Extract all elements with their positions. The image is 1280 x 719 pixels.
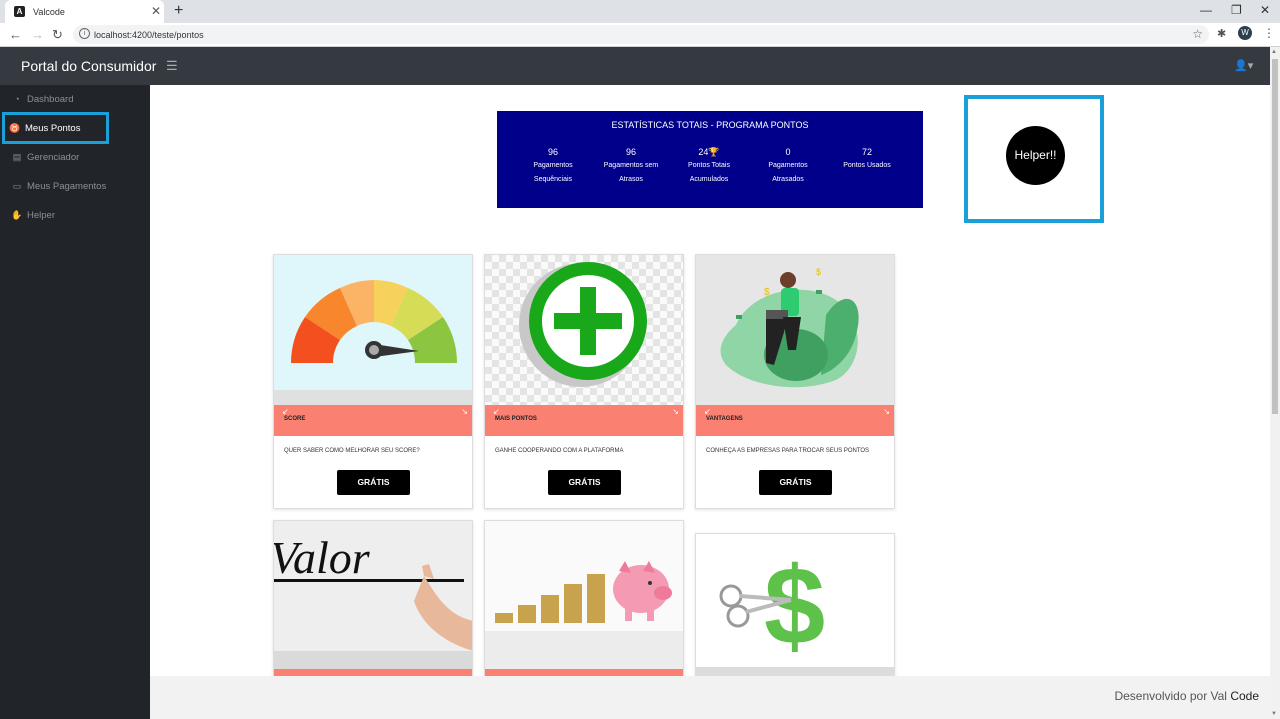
site-info-icon[interactable]: i (79, 28, 90, 39)
card-description: GANHE COOPERANDO COM A PLATAFORMA (495, 448, 624, 454)
score-gauge-image (274, 255, 472, 405)
window-close-icon[interactable]: ✕ (1260, 3, 1270, 17)
card-title: MAIS PONTOS (495, 416, 537, 422)
stat-item: 24🏆 Pontos Totais Acumulados (669, 146, 749, 186)
stat-label: Pontos Totais (688, 162, 730, 169)
reload-icon[interactable]: ↻ (52, 27, 63, 43)
gratis-button[interactable]: GRÁTIS (759, 470, 832, 495)
svg-text:$: $ (816, 267, 821, 277)
stat-value: 72 (861, 147, 872, 157)
helper-button[interactable]: Helper!! (1006, 126, 1065, 185)
browser-tab-bar: A Valcode ✕ + — ❐ ✕ (0, 0, 1280, 23)
sidebar-item-label: Helper (27, 210, 55, 221)
dollar-scissors-image: $ (696, 534, 894, 669)
footer-emphasis: Code (1230, 689, 1259, 703)
sidebar-item-dashboard[interactable]: ◔ Dashboard (0, 85, 150, 115)
sidebar-item-label: Gerenciador (27, 152, 80, 163)
browser-menu-icon[interactable]: ⋮ (1263, 26, 1275, 40)
stat-label: Atrasos (619, 176, 643, 183)
extensions-icon[interactable]: ✱ (1217, 27, 1226, 40)
stats-title: ESTATÍSTICAS TOTAIS - PROGRAMA PONTOS (611, 120, 809, 130)
card-description: CONHEÇA AS EMPRESAS PARA TROCAR SEUS PON… (706, 448, 870, 454)
sidebar-item-helper[interactable]: ✋ Helper (0, 201, 150, 231)
card-score: ↙ ↘ SCORE QUER SABER COMO MELHORAR SEU S… (273, 254, 473, 509)
forward-icon[interactable]: → (31, 27, 44, 42)
stat-label: Pagamentos sem (603, 162, 659, 169)
footer: Desenvolvido por Val Code (150, 676, 1270, 719)
browser-tab[interactable]: A Valcode ✕ (5, 0, 164, 23)
stat-value: 24🏆 (698, 147, 720, 157)
handshake-icon: ✋ (11, 210, 23, 220)
svg-text:$: $ (764, 287, 770, 298)
stat-label: Pagamentos (533, 162, 573, 169)
stat-label: Pagamentos (768, 162, 808, 169)
sidebar: ◔ Dashboard ♉ Meus Pontos ▤ Gerenciador … (0, 85, 150, 719)
bookmark-star-icon[interactable]: ☆ (1192, 27, 1203, 41)
stat-value: 96 (625, 147, 636, 157)
stat-item: 72 Pontos Usados (827, 146, 907, 173)
back-icon[interactable]: ← (9, 27, 22, 42)
sidebar-highlight-box (2, 112, 109, 144)
app-brand[interactable]: Portal do Consumidor (21, 58, 156, 74)
stat-item: 96 Pagamentos Sequênciais (513, 146, 593, 186)
address-bar: ← → ↻ i localhost:4200/teste/pontos ☆ ✱ … (0, 23, 1280, 47)
minimize-icon[interactable]: — (1200, 3, 1212, 17)
user-menu-icon[interactable]: 👤▾ (1234, 59, 1253, 72)
valor-hand-image: Valor (274, 521, 472, 671)
footer-prefix: Desenvolvido por Val (1114, 689, 1231, 703)
stat-label: Acumulados (689, 176, 729, 183)
tab-close-icon[interactable]: ✕ (151, 4, 161, 18)
gratis-button[interactable]: GRÁTIS (548, 470, 621, 495)
card-mais-pontos: ↙ ↘ MAIS PONTOS GANHE COOPERANDO COM A P… (484, 254, 684, 509)
stat-item: 0 Pagamentos Atrasados (748, 146, 828, 186)
sidebar-item-meus-pagamentos[interactable]: ▭ Meus Pagamentos (0, 172, 150, 202)
stat-value: 96 (547, 147, 558, 157)
card-description: QUER SABER COMO MELHORAR SEU SCORE? (284, 448, 420, 454)
piggy-bank-image (485, 521, 683, 671)
stats-panel: ESTATÍSTICAS TOTAIS - PROGRAMA PONTOS 96… (497, 111, 923, 208)
restore-icon[interactable]: ❐ (1231, 3, 1242, 17)
stat-item: 96 Pagamentos sem Atrasos (591, 146, 671, 186)
profile-avatar[interactable]: W (1238, 26, 1252, 40)
sidebar-item-label: Meus Pagamentos (27, 181, 107, 192)
scroll-down-icon[interactable]: ▼ (1271, 711, 1277, 717)
sidebar-item-gerenciador[interactable]: ▤ Gerenciador (0, 143, 150, 173)
url-field[interactable]: i localhost:4200/teste/pontos ☆ (73, 25, 1209, 44)
footer-credit: Desenvolvido por Val Code (1114, 689, 1259, 703)
card-dollar-scissors: $ (695, 533, 895, 683)
new-tab-icon[interactable]: + (174, 2, 183, 20)
credit-card-icon: ▭ (12, 181, 22, 191)
sidebar-toggle-icon[interactable]: ☰ (166, 58, 178, 74)
url-text: localhost:4200/teste/pontos (94, 30, 204, 40)
card-vantagens: $ $ ↙ ↘ VANTAGENS CONHEÇA AS EMPRESAS PA… (695, 254, 895, 509)
tachometer-icon: ◔ (14, 94, 20, 104)
angular-favicon-icon: A (14, 6, 25, 17)
person-laptop-image: $ $ (696, 255, 894, 405)
card-valor: Valor (273, 520, 473, 680)
gratis-button[interactable]: GRÁTIS (337, 470, 410, 495)
sidebar-item-label: Dashboard (27, 94, 74, 105)
plus-circle-image (485, 255, 683, 405)
vertical-scrollbar[interactable]: ▲ ▼ (1270, 47, 1280, 719)
stat-label: Pontos Usados (843, 162, 891, 169)
app-navbar: Portal do Consumidor ☰ 👤▾ (0, 47, 1270, 85)
valor-image-text: Valor (274, 532, 371, 583)
tab-title: Valcode (33, 7, 65, 17)
money-bill-icon: ▤ (12, 152, 22, 162)
card-title: VANTAGENS (706, 416, 743, 422)
stat-value: 0 (785, 147, 791, 157)
card-piggy-bank (484, 520, 684, 680)
stat-label: Atrasados (772, 176, 804, 183)
stat-label: Sequênciais (533, 176, 573, 183)
scroll-up-icon[interactable]: ▲ (1271, 49, 1277, 55)
card-title: SCORE (284, 416, 306, 422)
scroll-thumb[interactable] (1272, 59, 1278, 414)
